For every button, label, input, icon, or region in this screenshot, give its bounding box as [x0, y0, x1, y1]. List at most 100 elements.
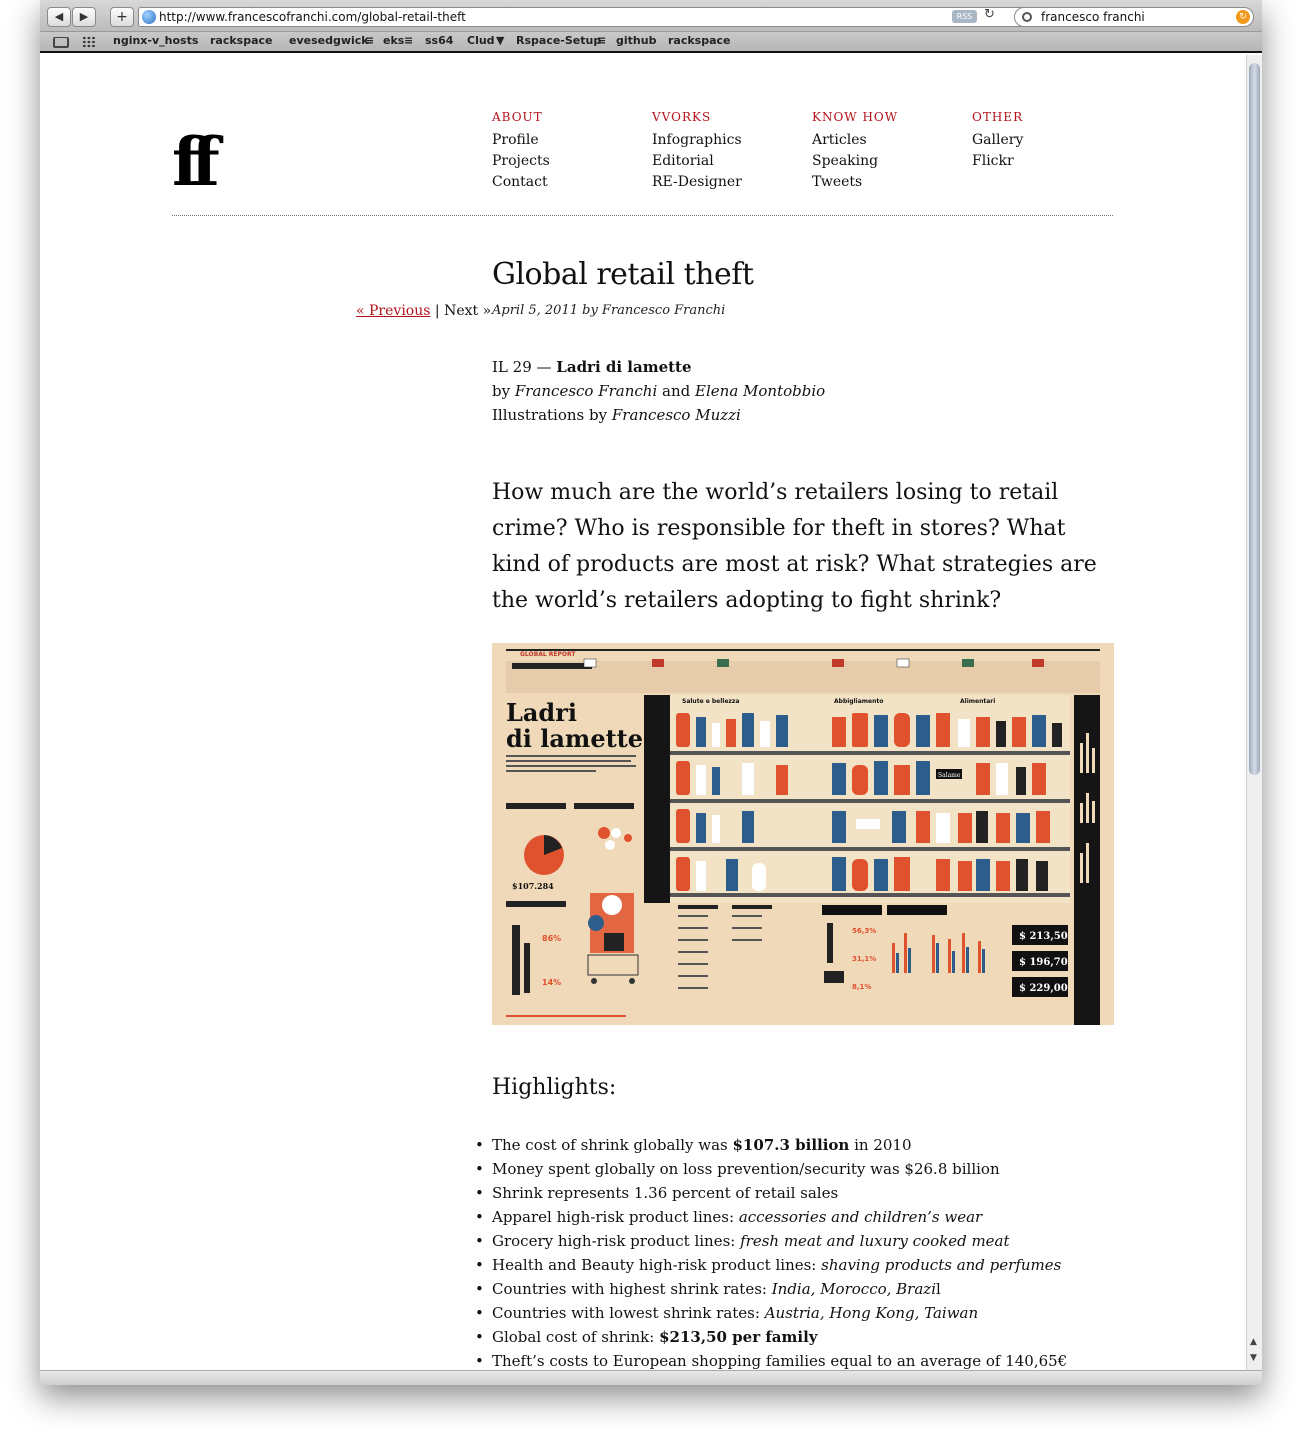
price-label: $ 229,00	[1019, 983, 1068, 994]
nav-link-tweets[interactable]: Tweets	[812, 172, 962, 193]
next-link[interactable]: Next »	[444, 303, 491, 319]
scrollbar-thumb[interactable]	[1249, 63, 1260, 775]
nav-know-how: KNOW HOW Articles Speaking Tweets	[812, 110, 962, 193]
folder-icon: ≡	[404, 34, 414, 47]
list-item: Money spent globally on loss prevention/…	[475, 1157, 1132, 1181]
percent-label: 31,1%	[852, 955, 876, 963]
search-go-icon[interactable]: ↻	[1236, 10, 1250, 24]
globe-icon	[142, 10, 156, 24]
nav-link-profile[interactable]: Profile	[492, 130, 642, 151]
percent-label: 14%	[542, 978, 561, 987]
folder-icon: ≡	[365, 34, 375, 47]
bookmark-evesedgwick[interactable]: evesedgwick	[289, 34, 369, 47]
list-item: Global cost of shrink: $213,50 per famil…	[475, 1325, 1132, 1349]
nav-heading: ABOUT	[492, 110, 543, 124]
nav-link-flickr[interactable]: Flickr	[972, 151, 1122, 172]
bookmark-rspace-setup[interactable]: Rspace-Setup	[516, 34, 601, 47]
scroll-up-icon[interactable]: ▲	[1250, 1337, 1257, 1347]
credit-title: Ladri di lamette	[556, 358, 692, 376]
folder-icon: ≡	[597, 34, 607, 47]
add-bookmark-button[interactable]: +	[110, 7, 134, 27]
reload-icon[interactable]: ↻	[984, 7, 995, 22]
pager-separator: |	[434, 303, 440, 319]
nav-link-editorial[interactable]: Editorial	[652, 151, 802, 172]
window-status-bar	[40, 1370, 1262, 1385]
category-label: Abbigliamento	[834, 698, 883, 705]
bookmark-ss64[interactable]: ss64	[425, 34, 453, 47]
nav-other: OTHER Gallery Flickr	[972, 110, 1122, 172]
infographic-image[interactable]: GLOBAL REPORT Ladri di lamette $107.284 …	[492, 643, 1114, 1025]
url-text[interactable]: http://www.francescofranchi.com/global-r…	[159, 10, 466, 24]
highlights-list: The cost of shrink globally was $107.3 b…	[475, 1133, 1132, 1370]
nav-works: VVORKS Infographics Editorial RE-Designe…	[652, 110, 802, 193]
nav-link-infographics[interactable]: Infographics	[652, 130, 802, 151]
post-title: Global retail theft	[492, 257, 754, 292]
category-label: Salute e bellezza	[682, 698, 739, 705]
list-item: Grocery high-risk product lines: fresh m…	[475, 1229, 1132, 1253]
illustrator-line: Illustrations by Francesco Muzzi	[492, 403, 825, 427]
infographic-heading-2: di lamette	[506, 724, 643, 753]
list-item: The cost of shrink globally was $107.3 b…	[475, 1133, 1132, 1157]
nav-link-contact[interactable]: Contact	[492, 172, 642, 193]
grid-icon[interactable]	[82, 36, 96, 48]
post-pager: « Previous | Next »	[356, 303, 491, 319]
page-content: ff ABOUT Profile Projects Contact VVORKS…	[40, 55, 1246, 1370]
bookmark-github[interactable]: github	[616, 34, 656, 47]
list-item: Health and Beauty high-risk product line…	[475, 1253, 1132, 1277]
previous-link[interactable]: « Previous	[356, 303, 430, 319]
list-item: Theft’s costs to European shopping famil…	[475, 1349, 1132, 1370]
list-item: Apparel high-risk product lines: accesso…	[475, 1205, 1132, 1229]
total-label: $107.284	[512, 881, 554, 891]
search-text[interactable]: francesco franchi	[1041, 10, 1145, 24]
category-label: Alimentari	[960, 698, 995, 705]
nav-link-articles[interactable]: Articles	[812, 130, 962, 151]
shelf-tag: Salame	[938, 772, 961, 779]
nav-link-speaking[interactable]: Speaking	[812, 151, 962, 172]
illustrator-name: Francesco Muzzi	[611, 406, 741, 424]
lead-paragraph: How much are the world’s retailers losin…	[492, 480, 1097, 613]
browser-toolbar: ◀ ▶ + http://www.francescofranchi.com/gl…	[40, 0, 1262, 32]
nav-heading: OTHER	[972, 110, 1024, 124]
bookmark-clud[interactable]: Clud	[467, 34, 495, 47]
back-button[interactable]: ◀	[47, 7, 71, 27]
search-input[interactable]: francesco franchi ↻	[1014, 7, 1254, 27]
post-meta: April 5, 2011 by Francesco Franchi	[492, 303, 726, 318]
rss-button[interactable]: RSS	[952, 10, 977, 23]
by-label: by	[492, 382, 511, 400]
nav-link-projects[interactable]: Projects	[492, 151, 642, 172]
forward-button[interactable]: ▶	[72, 7, 96, 27]
list-item: Countries with highest shrink rates: Ind…	[475, 1277, 1132, 1301]
percent-label: 56,3%	[852, 927, 876, 935]
nav-link-re-designer[interactable]: RE-Designer	[652, 172, 802, 193]
price-label: $ 213,50	[1019, 931, 1068, 942]
bookmark-rackspace[interactable]: rackspace	[210, 34, 273, 47]
post-credits: IL 29 — Ladri di lamette by Francesco Fr…	[492, 355, 825, 427]
url-bar[interactable]: http://www.francescofranchi.com/global-r…	[138, 7, 1048, 27]
section-label: GLOBAL REPORT	[520, 651, 576, 658]
infographic-heading-1: Ladri	[506, 698, 577, 727]
scroll-down-icon[interactable]: ▼	[1250, 1353, 1257, 1363]
and-label: and	[662, 382, 691, 400]
bookmark-eks[interactable]: eks	[383, 34, 404, 47]
list-item: Shrink represents 1.36 percent of retail…	[475, 1181, 1132, 1205]
header-divider	[172, 215, 1113, 216]
nav-link-gallery[interactable]: Gallery	[972, 130, 1122, 151]
nav-heading: VVORKS	[652, 110, 712, 124]
vertical-scrollbar[interactable]: ▲ ▼	[1246, 55, 1262, 1370]
book-icon[interactable]	[53, 37, 69, 48]
bookmark-nginx[interactable]: nginx-v_hosts	[113, 34, 198, 47]
nav-heading: KNOW HOW	[812, 110, 899, 124]
bookmark-rackspace-2[interactable]: rackspace	[668, 34, 731, 47]
infographic-drawing: GLOBAL REPORT Ladri di lamette $107.284 …	[492, 643, 1114, 1025]
illustrations-label: Illustrations by	[492, 406, 608, 424]
nav-about: ABOUT Profile Projects Contact	[492, 110, 642, 193]
author-name: Francesco Franchi	[514, 382, 658, 400]
chevron-down-icon: ▼	[496, 34, 505, 47]
site-logo[interactable]: ff	[172, 123, 220, 201]
list-item: Countries with lowest shrink rates: Aust…	[475, 1301, 1132, 1325]
credit-prefix: IL 29 —	[492, 358, 552, 376]
credit-line: IL 29 — Ladri di lamette	[492, 355, 825, 379]
price-label: $ 196,70	[1019, 957, 1068, 968]
search-icon	[1022, 12, 1032, 22]
percent-label: 86%	[542, 934, 561, 943]
